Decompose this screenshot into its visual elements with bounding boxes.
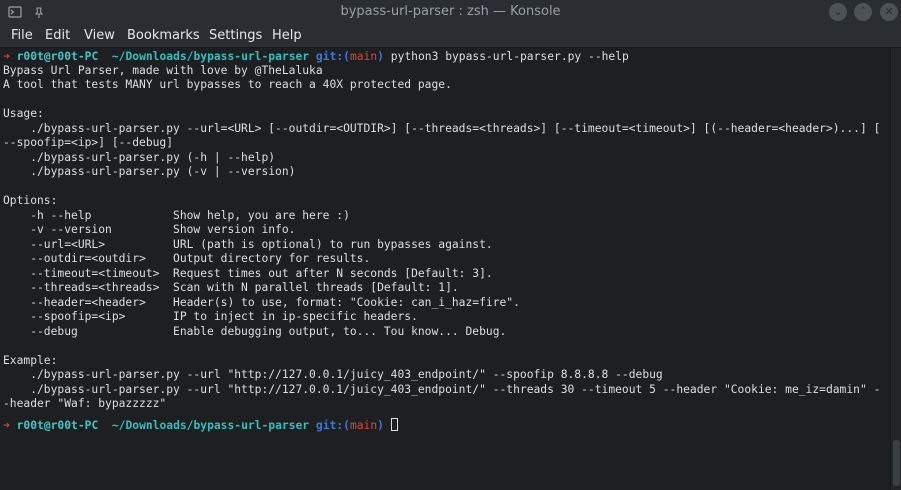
output-line: --spoofip=<ip> IP to inject in ip-specif… — [3, 310, 418, 324]
output-line: -v --version Show version info. — [3, 223, 296, 237]
git-suffix: ) — [377, 50, 384, 63]
output-line: --url=<URL> URL (path is optional) to ru… — [3, 237, 493, 251]
menu-edit[interactable]: Edit — [45, 24, 70, 48]
output-line: --header=<header> Header(s) to use, form… — [3, 295, 520, 309]
menu-help[interactable]: Help — [272, 24, 302, 48]
output-line: --timeout=<timeout> Request times out af… — [3, 266, 493, 280]
output-line: --threads=<threads> Scan with N parallel… — [3, 281, 459, 295]
menu-file[interactable]: File — [11, 24, 33, 48]
scrollbar[interactable] — [890, 48, 901, 490]
prompt-path: ~/Downloads/bypass-url-parser — [111, 50, 310, 63]
output-line: ./bypass-url-parser.py (-v | --version) — [3, 165, 296, 179]
prompt-path: ~/Downloads/bypass-url-parser — [111, 419, 310, 432]
maximize-button[interactable]: ˄ — [854, 3, 872, 21]
output-line: Options: — [3, 194, 58, 208]
menu-bookmarks[interactable]: Bookmarks — [127, 24, 200, 48]
prompt-arrow-icon: ➜ — [3, 50, 10, 63]
output-line: ./bypass-url-parser.py --url "http://127… — [3, 382, 881, 396]
output-line: -header "Waf: bypazzzzz" — [3, 397, 167, 411]
output-line: --spoofip=<ip>] [--debug] — [3, 136, 174, 150]
pin-icon[interactable] — [32, 5, 46, 19]
output-line: -h --help Show help, you are here :) — [3, 208, 350, 222]
menu-bar: File Edit View Bookmarks Settings Help — [0, 24, 901, 48]
git-branch: main — [349, 50, 378, 63]
git-prefix: git:( — [315, 50, 350, 63]
prompt-line: ➜ r00t@r00t-PC ~/Downloads/bypass-url-pa… — [3, 50, 629, 64]
prompt-user: r00t@r00t-PC — [16, 419, 99, 432]
output-line: --debug Enable debugging output, to... T… — [3, 324, 507, 338]
window-title: bypass-url-parser : zsh — Konsole — [340, 4, 561, 19]
output-line: A tool that tests MANY url bypasses to r… — [3, 78, 452, 92]
text-cursor[interactable] — [390, 418, 398, 431]
output-line: ./bypass-url-parser.py (-h | --help) — [3, 150, 276, 164]
output-line: Usage: — [3, 107, 44, 121]
menu-settings[interactable]: Settings — [209, 24, 262, 48]
close-button[interactable]: ✕ — [880, 3, 898, 21]
command-text: python3 bypass-url-parser.py --help — [390, 50, 629, 63]
terminal-output[interactable]: ➜ r00t@r00t-PC ~/Downloads/bypass-url-pa… — [0, 48, 890, 490]
title-bar: bypass-url-parser : zsh — Konsole ⌄ ˄ ✕ — [0, 0, 901, 24]
prompt-arrow-icon: ➜ — [3, 419, 10, 432]
output-line: ./bypass-url-parser.py --url "http://127… — [3, 368, 663, 382]
prompt-line-current: ➜ r00t@r00t-PC ~/Downloads/bypass-url-pa… — [3, 418, 398, 432]
menu-view[interactable]: View — [84, 24, 115, 48]
output-line: ./bypass-url-parser.py --url=<URL> [--ou… — [3, 121, 881, 135]
output-line: Bypass Url Parser, made with love by @Th… — [3, 64, 323, 77]
minimize-button[interactable]: ⌄ — [829, 3, 847, 21]
output-line: Example: — [3, 353, 58, 367]
git-suffix: ) — [377, 419, 384, 432]
scrollbar-thumb[interactable] — [893, 440, 900, 486]
output-line: --outdir=<outdir> Output directory for r… — [3, 252, 371, 266]
prompt-user: r00t@r00t-PC — [16, 50, 99, 63]
git-prefix: git:( — [315, 419, 350, 432]
git-branch: main — [349, 419, 378, 432]
konsole-app-icon[interactable] — [8, 5, 22, 19]
